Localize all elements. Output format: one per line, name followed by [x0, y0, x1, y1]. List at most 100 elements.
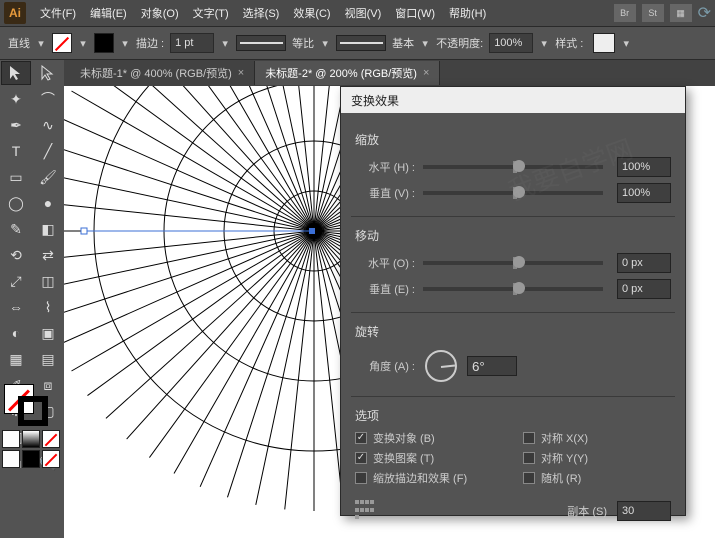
transform-objects-checkbox[interactable]	[355, 432, 367, 444]
menu-effect[interactable]: 效果(C)	[287, 2, 336, 24]
menu-edit[interactable]: 编辑(E)	[84, 2, 133, 24]
lasso-tool[interactable]: ⌒	[33, 87, 63, 111]
profile-dropdown-1[interactable]: ▾	[320, 34, 330, 52]
tab-label: 未标题-2* @ 200% (RGB/预览)	[265, 65, 417, 81]
menu-select[interactable]: 选择(S)	[237, 2, 286, 24]
perspective-grid-tool[interactable]: ▣	[33, 321, 63, 345]
move-section-title: 移动	[355, 227, 671, 244]
screen-mode-presentation[interactable]	[42, 450, 60, 468]
fill-swatch[interactable]	[52, 33, 72, 53]
options-section-title: 选项	[355, 407, 671, 424]
stroke-dropdown[interactable]: ▾	[120, 34, 130, 52]
move-v-label: 垂直 (E) :	[355, 281, 415, 297]
type-tool[interactable]: T	[1, 139, 31, 163]
cloud-sync-icon[interactable]: ⟳	[698, 3, 711, 23]
move-h-input[interactable]	[617, 253, 671, 273]
dialog-title[interactable]: 变换效果	[341, 87, 685, 113]
profile-dropdown-2[interactable]: ▾	[420, 34, 430, 52]
fill-dropdown[interactable]: ▾	[78, 34, 88, 52]
transform-objects-label: 变换对象 (B)	[373, 430, 435, 446]
random-checkbox[interactable]	[523, 472, 535, 484]
width-tool[interactable]: ⇔	[1, 295, 31, 319]
tool-preset-dropdown[interactable]: ▾	[36, 34, 46, 52]
scale-v-label: 垂直 (V) :	[355, 185, 415, 201]
scale-v-input[interactable]	[617, 183, 671, 203]
stock-button[interactable]: St	[642, 4, 664, 22]
toolbox: ✦ ✒ T ▭ ◯ ✎ ⟲ ⤢ ⇔ ◐ ▦ ✐ ❋ ▥ ⧉ ⌒ ∿ ╱ 🖌 ● …	[0, 60, 64, 538]
close-icon[interactable]: ×	[238, 67, 244, 79]
transform-patterns-checkbox[interactable]	[355, 452, 367, 464]
pen-tool[interactable]: ✒	[1, 113, 31, 137]
copies-input[interactable]	[617, 501, 671, 521]
angle-dial[interactable]	[425, 350, 457, 382]
move-v-input[interactable]	[617, 279, 671, 299]
stroke-indicator[interactable]	[18, 396, 48, 426]
none-mode-btn[interactable]	[42, 430, 60, 448]
transform-patterns-label: 变换图案 (T)	[373, 450, 434, 466]
angle-input[interactable]	[467, 356, 517, 376]
paintbrush-tool[interactable]: 🖌	[33, 165, 63, 189]
reflect-tool[interactable]: ⇄	[33, 243, 63, 267]
graphic-style-swatch[interactable]	[593, 33, 615, 53]
profile-preview-1[interactable]	[236, 35, 286, 51]
magic-wand-tool[interactable]: ✦	[1, 87, 31, 111]
menu-object[interactable]: 对象(O)	[135, 2, 185, 24]
free-transform-tool[interactable]: ◫	[33, 269, 63, 293]
move-h-slider[interactable]	[423, 261, 603, 265]
blob-brush-tool[interactable]: ●	[33, 191, 63, 215]
warp-tool[interactable]: ⌇	[33, 295, 63, 319]
ellipse-tool[interactable]: ◯	[1, 191, 31, 215]
scale-tool[interactable]: ⤢	[1, 269, 31, 293]
arrange-button[interactable]: ▦	[670, 4, 692, 22]
tool-label: 直线	[8, 35, 30, 51]
stroke-weight-dropdown[interactable]: ▾	[220, 34, 230, 52]
shape-builder-tool[interactable]: ◐	[1, 321, 31, 345]
scale-strokes-checkbox[interactable]	[355, 472, 367, 484]
stroke-weight-input[interactable]	[170, 33, 214, 53]
profile-preview-2[interactable]	[336, 35, 386, 51]
stroke-swatch[interactable]	[94, 33, 114, 53]
curvature-tool[interactable]: ∿	[33, 113, 63, 137]
reflect-x-checkbox[interactable]	[523, 432, 535, 444]
angle-label: 角度 (A) :	[355, 358, 415, 374]
opacity-dropdown[interactable]: ▾	[539, 34, 549, 52]
fill-stroke-indicator[interactable]	[0, 382, 60, 428]
scale-h-input[interactable]	[617, 157, 671, 177]
color-mode-btn[interactable]	[2, 430, 20, 448]
gradient-mode-btn[interactable]	[22, 430, 40, 448]
rotate-tool[interactable]: ⟲	[1, 243, 31, 267]
line-segment-tool[interactable]: ╱	[33, 139, 63, 163]
random-label: 随机 (R)	[541, 470, 581, 486]
selection-tool[interactable]	[1, 61, 31, 85]
rectangle-tool[interactable]: ▭	[1, 165, 31, 189]
scale-h-slider[interactable]	[423, 165, 603, 169]
mesh-tool[interactable]: ▦	[1, 347, 31, 371]
pencil-tool[interactable]: ✎	[1, 217, 31, 241]
direct-selection-tool[interactable]	[33, 61, 63, 85]
close-icon[interactable]: ×	[423, 67, 429, 79]
menu-file[interactable]: 文件(F)	[34, 2, 82, 24]
scale-strokes-label: 缩放描边和效果 (F)	[373, 470, 467, 486]
eraser-tool[interactable]: ◧	[33, 217, 63, 241]
move-v-slider[interactable]	[423, 287, 603, 291]
screen-mode-full[interactable]	[22, 450, 40, 468]
menu-window[interactable]: 窗口(W)	[389, 2, 441, 24]
menu-help[interactable]: 帮助(H)	[443, 2, 492, 24]
copies-label: 副本 (S)	[567, 503, 607, 519]
style-dropdown[interactable]: ▾	[621, 34, 631, 52]
reflect-y-checkbox[interactable]	[523, 452, 535, 464]
document-tab-1[interactable]: 未标题-1* @ 400% (RGB/预览) ×	[70, 61, 255, 85]
screen-mode-normal[interactable]	[2, 450, 20, 468]
opacity-input[interactable]	[489, 33, 533, 53]
menu-type[interactable]: 文字(T)	[187, 2, 235, 24]
menu-view[interactable]: 视图(V)	[339, 2, 388, 24]
bridge-button[interactable]: Br	[614, 4, 636, 22]
document-tab-2[interactable]: 未标题-2* @ 200% (RGB/预览) ×	[255, 61, 440, 85]
scale-section-title: 缩放	[355, 131, 671, 148]
options-bar: 直线 ▾ ▾ ▾ 描边 : ▾ 等比 ▾ 基本 ▾ 不透明度: ▾ 样式 : ▾	[0, 26, 715, 60]
gradient-tool[interactable]: ▤	[33, 347, 63, 371]
stroke-weight-label: 描边 :	[136, 35, 164, 51]
reflect-x-label: 对称 X(X)	[541, 430, 588, 446]
anchor-grid-icon[interactable]	[355, 500, 377, 522]
scale-v-slider[interactable]	[423, 191, 603, 195]
